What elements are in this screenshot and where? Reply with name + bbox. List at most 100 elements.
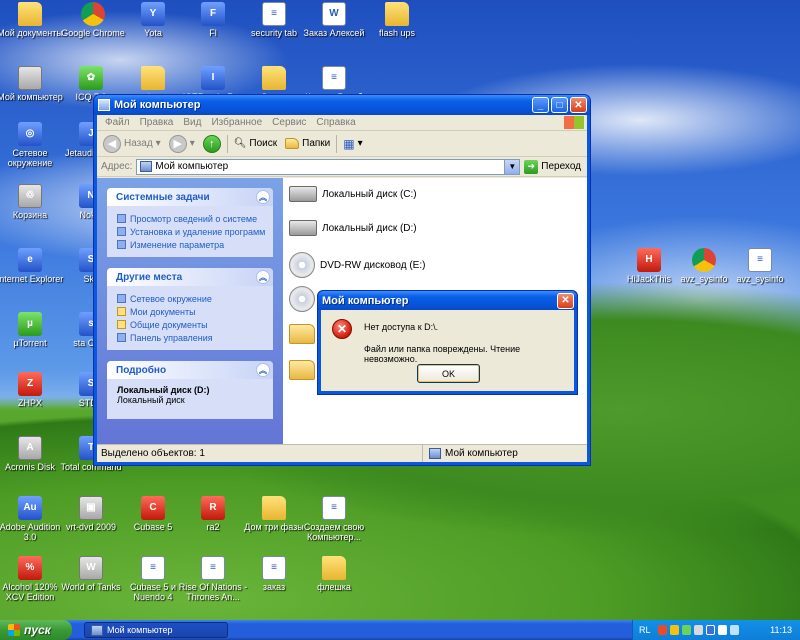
tray-app-icon[interactable]: [657, 625, 667, 635]
task-label: Просмотр сведений о системе: [130, 213, 258, 224]
status-location: Мой компьютер: [445, 448, 518, 459]
network-icon: ◎: [18, 122, 42, 146]
desktop-icon[interactable]: flash ups: [361, 2, 433, 38]
desktop-icon-label: флешка: [317, 582, 351, 592]
taskbar-item-my-computer[interactable]: Мой компьютер: [84, 622, 228, 638]
search-button[interactable]: 🔍︎ Поиск: [232, 138, 279, 149]
address-value: Мой компьютер: [155, 161, 229, 172]
folder-item[interactable]: [289, 360, 315, 380]
minimize-button[interactable]: _: [532, 97, 549, 113]
forward-button[interactable]: ▶ ▾: [167, 134, 197, 153]
dialog-titlebar[interactable]: Мой компьютер ✕: [318, 291, 577, 310]
language-indicator[interactable]: RL: [639, 625, 651, 635]
dvd-icon: [289, 286, 315, 312]
tray-app-icon[interactable]: [669, 625, 679, 635]
place-control-panel[interactable]: Панель управления: [117, 331, 273, 344]
task-view-system-info[interactable]: Просмотр сведений о системе: [117, 212, 273, 225]
word-document-icon: W: [322, 2, 346, 26]
folders-button[interactable]: Папки: [283, 138, 332, 149]
explorer-window[interactable]: Мой компьютер _ □ ✕ Файл Правка Вид Избр…: [93, 94, 591, 466]
collapse-icon[interactable]: ︽: [256, 270, 270, 284]
details-header[interactable]: Подробно ︽: [107, 361, 273, 379]
task-pane: Системные задачи ︽ Просмотр сведений о с…: [97, 178, 283, 444]
desktop-icon-label: avz_sysinfo: [736, 274, 784, 284]
menu-help[interactable]: Справка: [311, 117, 360, 128]
desktop-icon[interactable]: ≡ avz_sysinfo: [724, 248, 796, 284]
ok-button[interactable]: OK: [417, 364, 480, 383]
folder-icon: [117, 307, 126, 316]
dvd-icon: ▣: [79, 496, 103, 520]
volume-icon[interactable]: [717, 625, 727, 635]
yota-icon: Y: [141, 2, 165, 26]
place-shared-documents[interactable]: Общие документы: [117, 318, 273, 331]
back-button[interactable]: ◀ Назад ▾: [101, 134, 163, 153]
place-network[interactable]: Сетевое окружение: [117, 292, 273, 305]
other-places-header[interactable]: Другие места ︽: [107, 268, 273, 286]
place-my-documents[interactable]: Мои документы: [117, 305, 273, 318]
maximize-button[interactable]: □: [551, 97, 568, 113]
go-arrow-icon: ➔: [524, 159, 539, 174]
tray-app-icon[interactable]: [681, 625, 691, 635]
tray-app-icon[interactable]: [705, 625, 715, 635]
icereader-icon: I: [201, 66, 225, 90]
collapse-icon[interactable]: ︽: [256, 363, 270, 377]
address-bar: Адрес: Мой компьютер ▼ ➔ Переход: [97, 157, 587, 177]
desktop-icon-label: flash ups: [378, 28, 416, 38]
address-dropdown-icon[interactable]: ▼: [504, 159, 520, 174]
folder-icon: [262, 496, 286, 520]
task-label: Установка и удаление программ: [130, 226, 266, 237]
utorrent-icon: µ: [18, 312, 42, 336]
document-icon: ≡: [322, 66, 346, 90]
dialog-message-corrupt: Файл или папка повреждены. Чтение невозм…: [364, 344, 521, 364]
details-title: Подробно: [116, 364, 167, 376]
hard-drive-icon: [289, 186, 317, 202]
folder-item[interactable]: [289, 324, 315, 344]
network-icon: [117, 294, 126, 303]
acronis-icon: A: [18, 436, 42, 460]
ra2-icon: R: [201, 496, 225, 520]
details-name: Локальный диск (D:): [117, 385, 210, 395]
collapse-icon[interactable]: ︽: [256, 190, 270, 204]
toolbar: ◀ Назад ▾ ▶ ▾ ↑ 🔍︎ Поиск Папки ▦ ▾: [97, 131, 587, 157]
computer-icon: [140, 161, 153, 172]
programs-icon: [117, 227, 126, 236]
document-icon: ≡: [201, 556, 225, 580]
place-label: Мои документы: [130, 306, 196, 317]
task-add-remove-programs[interactable]: Установка и удаление программ: [117, 225, 273, 238]
error-dialog[interactable]: Мой компьютер ✕ ✕ Нет доступа к D:\. Фай…: [317, 290, 578, 395]
hard-drive-icon: [289, 220, 317, 236]
document-icon: ≡: [262, 2, 286, 26]
task-change-setting[interactable]: Изменение параметра: [117, 238, 273, 251]
desktop-icon[interactable]: W Заказ Алексей: [298, 2, 370, 38]
alcohol-icon: %: [18, 556, 42, 580]
tray-app-icon[interactable]: [693, 625, 703, 635]
explorer-titlebar[interactable]: Мой компьютер _ □ ✕: [94, 95, 590, 115]
close-button[interactable]: ✕: [570, 97, 587, 113]
dialog-close-button[interactable]: ✕: [557, 292, 574, 309]
menu-tools[interactable]: Сервис: [267, 117, 311, 128]
menu-bar: Файл Правка Вид Избранное Сервис Справка: [97, 115, 587, 131]
views-button[interactable]: ▦ ▾: [341, 137, 364, 151]
menu-view[interactable]: Вид: [178, 117, 206, 128]
up-button[interactable]: ↑: [201, 134, 223, 153]
start-button[interactable]: пуск: [0, 620, 72, 640]
system-info-icon: [117, 214, 126, 223]
menu-favorites[interactable]: Избранное: [206, 117, 267, 128]
system-tasks-header[interactable]: Системные задачи ︽: [107, 188, 273, 206]
drive-e[interactable]: DVD-RW дисковод (E:): [289, 252, 425, 278]
views-icon: ▦: [343, 136, 355, 151]
document-icon: ≡: [262, 556, 286, 580]
address-input[interactable]: Мой компьютер ▼: [136, 158, 521, 175]
other-places-panel: Другие места ︽ Сетевое окружение Мои док…: [107, 268, 273, 350]
chevron-down-icon: ▾: [155, 138, 161, 149]
go-button[interactable]: ➔ Переход: [524, 159, 587, 174]
menu-edit[interactable]: Правка: [135, 117, 179, 128]
network-tray-icon[interactable]: [729, 625, 739, 635]
back-arrow-icon: ◀: [103, 134, 121, 153]
menu-file[interactable]: Файл: [100, 117, 135, 128]
dvd-item[interactable]: [289, 286, 315, 312]
drive-d[interactable]: Локальный диск (D:): [289, 220, 417, 236]
desktop-icon[interactable]: ≡ Создаем свою Компьютер...: [298, 496, 370, 542]
drive-c[interactable]: Локальный диск (C:): [289, 186, 417, 202]
desktop-icon[interactable]: флешка: [298, 556, 370, 592]
